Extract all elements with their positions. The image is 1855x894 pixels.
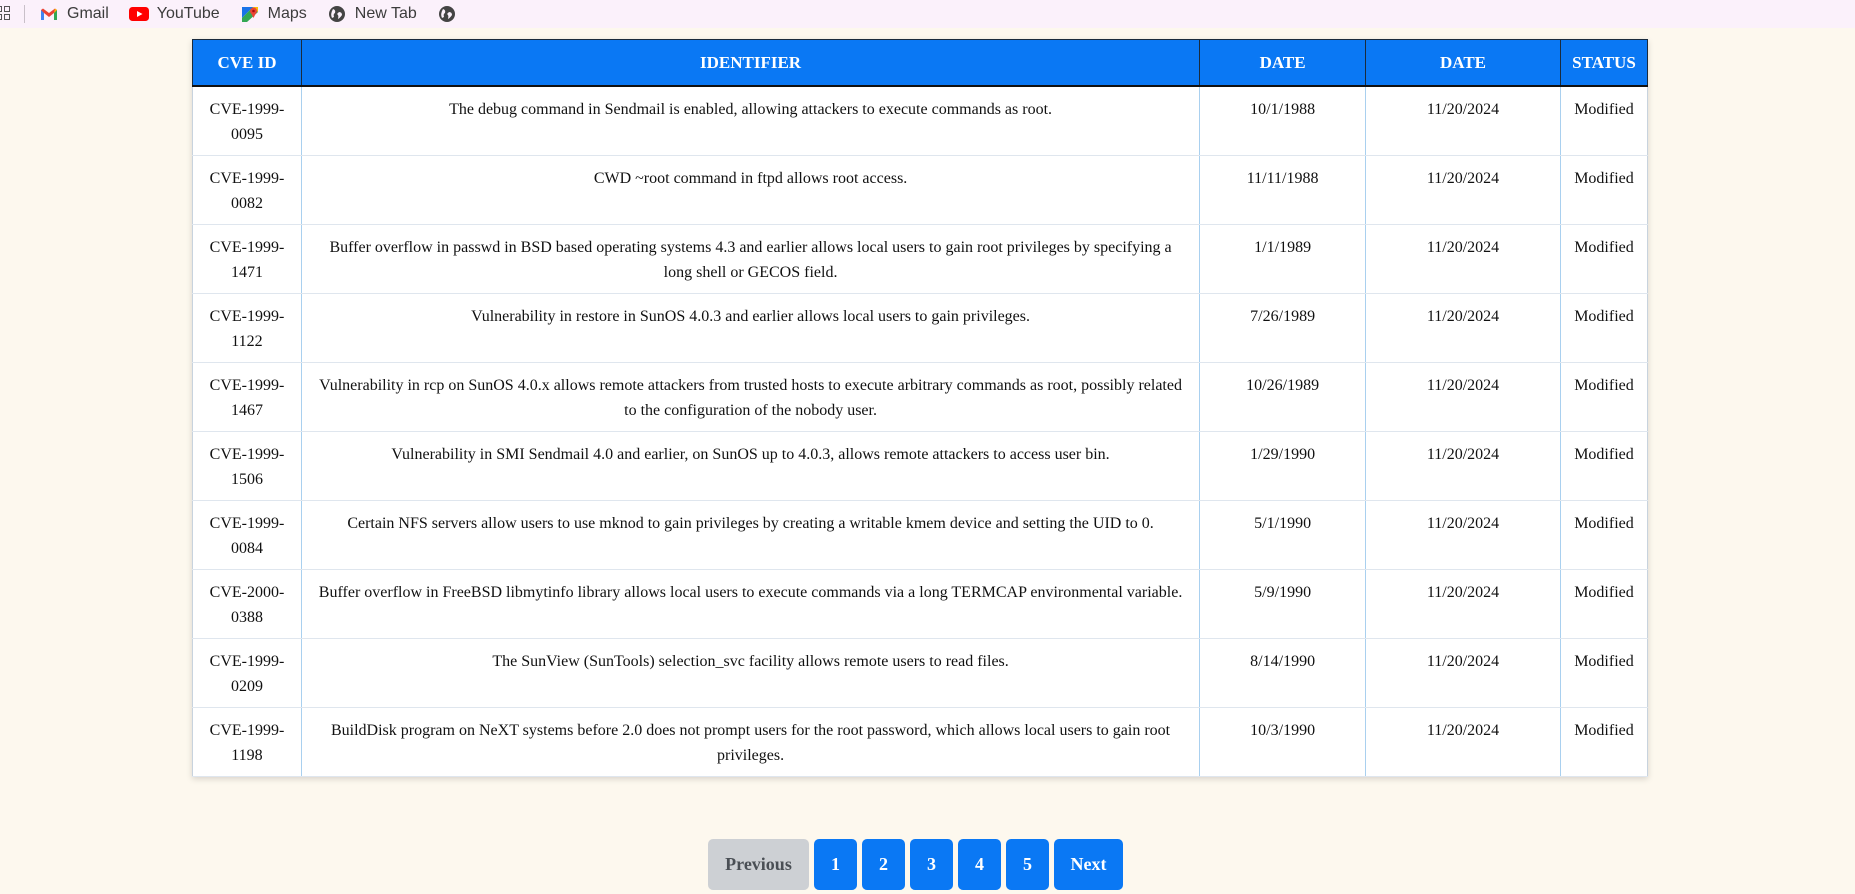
cell-identifier: CWD ~root command in ftpd allows root ac… <box>300 155 1201 225</box>
cell-date: 11/20/2024 <box>1365 86 1561 156</box>
cell-identifier: The SunView (SunTools) selection_svc fac… <box>300 638 1201 708</box>
cell-identifier: Buffer overflow in passwd in BSD based o… <box>300 224 1201 294</box>
cell-date: 11/20/2024 <box>1365 224 1561 294</box>
page-2-button[interactable]: 2 <box>862 839 905 890</box>
bookmark-gmail[interactable]: Gmail <box>39 5 109 23</box>
page-5-button[interactable]: 5 <box>1006 839 1049 890</box>
cell-date: 5/9/1990 <box>1199 569 1367 639</box>
maps-icon <box>240 5 260 23</box>
cell-cve-id: CVE-2000-0388 <box>192 569 302 639</box>
cell-cve-id: CVE-1999-1467 <box>192 362 302 432</box>
bookmark-label: Gmail <box>67 5 109 22</box>
cell-date: 7/26/1989 <box>1199 293 1367 363</box>
cell-status: Modified <box>1559 86 1649 156</box>
cell-status: Modified <box>1559 707 1649 777</box>
page-1-button[interactable]: 1 <box>814 839 857 890</box>
cell-date: 5/1/1990 <box>1199 500 1367 570</box>
cell-status: Modified <box>1559 431 1649 501</box>
cell-identifier: BuildDisk program on NeXT systems before… <box>300 707 1201 777</box>
gmail-icon <box>39 5 59 23</box>
cell-date: 11/20/2024 <box>1365 431 1561 501</box>
table-row: CVE-1999-0084 Certain NFS servers allow … <box>192 500 1649 570</box>
header-identifier: IDENTIFIER <box>300 39 1201 87</box>
cell-date: 11/20/2024 <box>1365 500 1561 570</box>
cell-date: 1/1/1989 <box>1199 224 1367 294</box>
apps-grid-icon[interactable] <box>0 6 10 22</box>
table-row: CVE-1999-1471 Buffer overflow in passwd … <box>192 224 1649 294</box>
header-cve-id: CVE ID <box>192 39 302 87</box>
cell-cve-id: CVE-1999-0209 <box>192 638 302 708</box>
table-row: CVE-1999-0082 CWD ~root command in ftpd … <box>192 155 1649 225</box>
cell-date: 11/20/2024 <box>1365 293 1561 363</box>
previous-button[interactable]: Previous <box>708 839 809 890</box>
table-row: CVE-1999-1122 Vulnerability in restore i… <box>192 293 1649 363</box>
cve-table: CVE ID IDENTIFIER DATE DATE STATUS CVE-1… <box>192 39 1649 777</box>
cell-identifier: Vulnerability in restore in SunOS 4.0.3 … <box>300 293 1201 363</box>
cell-cve-id: CVE-1999-1471 <box>192 224 302 294</box>
cell-status: Modified <box>1559 569 1649 639</box>
table-row: CVE-1999-0209 The SunView (SunTools) sel… <box>192 638 1649 708</box>
table-row: CVE-2000-0388 Buffer overflow in FreeBSD… <box>192 569 1649 639</box>
cell-status: Modified <box>1559 293 1649 363</box>
bookmark-label: YouTube <box>156 5 220 22</box>
cell-date: 11/20/2024 <box>1365 155 1561 225</box>
table-row: CVE-1999-1506 Vulnerability in SMI Sendm… <box>192 431 1649 501</box>
bookmark-label: New Tab <box>354 5 417 22</box>
table-row: CVE-1999-1198 BuildDisk program on NeXT … <box>192 707 1649 777</box>
cell-date: 11/20/2024 <box>1365 569 1561 639</box>
cell-status: Modified <box>1559 362 1649 432</box>
table-header-row: CVE ID IDENTIFIER DATE DATE STATUS <box>192 39 1649 87</box>
cell-cve-id: CVE-1999-0084 <box>192 500 302 570</box>
bookmark-maps[interactable]: Maps <box>240 5 307 23</box>
cell-status: Modified <box>1559 155 1649 225</box>
cell-date: 11/20/2024 <box>1365 638 1561 708</box>
cell-date: 11/20/2024 <box>1365 362 1561 432</box>
cell-cve-id: CVE-1999-0082 <box>192 155 302 225</box>
page-3-button[interactable]: 3 <box>910 839 953 890</box>
cell-identifier: The debug command in Sendmail is enabled… <box>300 86 1201 156</box>
youtube-icon <box>128 5 149 23</box>
cell-date: 8/14/1990 <box>1199 638 1367 708</box>
cell-identifier: Certain NFS servers allow users to use m… <box>300 500 1201 570</box>
bookmarks-bar: Gmail YouTube Maps New Tab <box>0 0 1855 28</box>
bookmark-globe[interactable] <box>437 5 465 23</box>
page-4-button[interactable]: 4 <box>958 839 1001 890</box>
cell-status: Modified <box>1559 224 1649 294</box>
header-status: STATUS <box>1559 39 1649 87</box>
cell-date: 11/20/2024 <box>1365 707 1561 777</box>
cell-cve-id: CVE-1999-1122 <box>192 293 302 363</box>
table-row: CVE-1999-1467 Vulnerability in rcp on Su… <box>192 362 1649 432</box>
cell-cve-id: CVE-1999-1506 <box>192 431 302 501</box>
cell-status: Modified <box>1559 500 1649 570</box>
cell-identifier: Vulnerability in rcp on SunOS 4.0.x allo… <box>300 362 1201 432</box>
cell-date: 11/11/1988 <box>1199 155 1367 225</box>
cell-date: 1/29/1990 <box>1199 431 1367 501</box>
header-date: DATE <box>1365 39 1561 87</box>
table-row: CVE-1999-0095 The debug command in Sendm… <box>192 86 1649 156</box>
cell-date: 10/1/1988 <box>1199 86 1367 156</box>
globe-icon <box>437 5 457 23</box>
header-date: DATE <box>1199 39 1367 87</box>
cell-cve-id: CVE-1999-0095 <box>192 86 302 156</box>
pagination: Previous 1 2 3 4 5 Next <box>708 839 1123 890</box>
cell-cve-id: CVE-1999-1198 <box>192 707 302 777</box>
bookmarks-separator <box>24 5 25 23</box>
cell-status: Modified <box>1559 638 1649 708</box>
cell-identifier: Vulnerability in SMI Sendmail 4.0 and ea… <box>300 431 1201 501</box>
next-button[interactable]: Next <box>1054 839 1123 890</box>
cell-identifier: Buffer overflow in FreeBSD libmytinfo li… <box>300 569 1201 639</box>
cell-date: 10/26/1989 <box>1199 362 1367 432</box>
bookmark-label: Maps <box>267 5 307 22</box>
bookmark-youtube[interactable]: YouTube <box>128 5 220 23</box>
bookmark-new-tab[interactable]: New Tab <box>327 5 417 23</box>
globe-icon <box>327 5 347 23</box>
cell-date: 10/3/1990 <box>1199 707 1367 777</box>
